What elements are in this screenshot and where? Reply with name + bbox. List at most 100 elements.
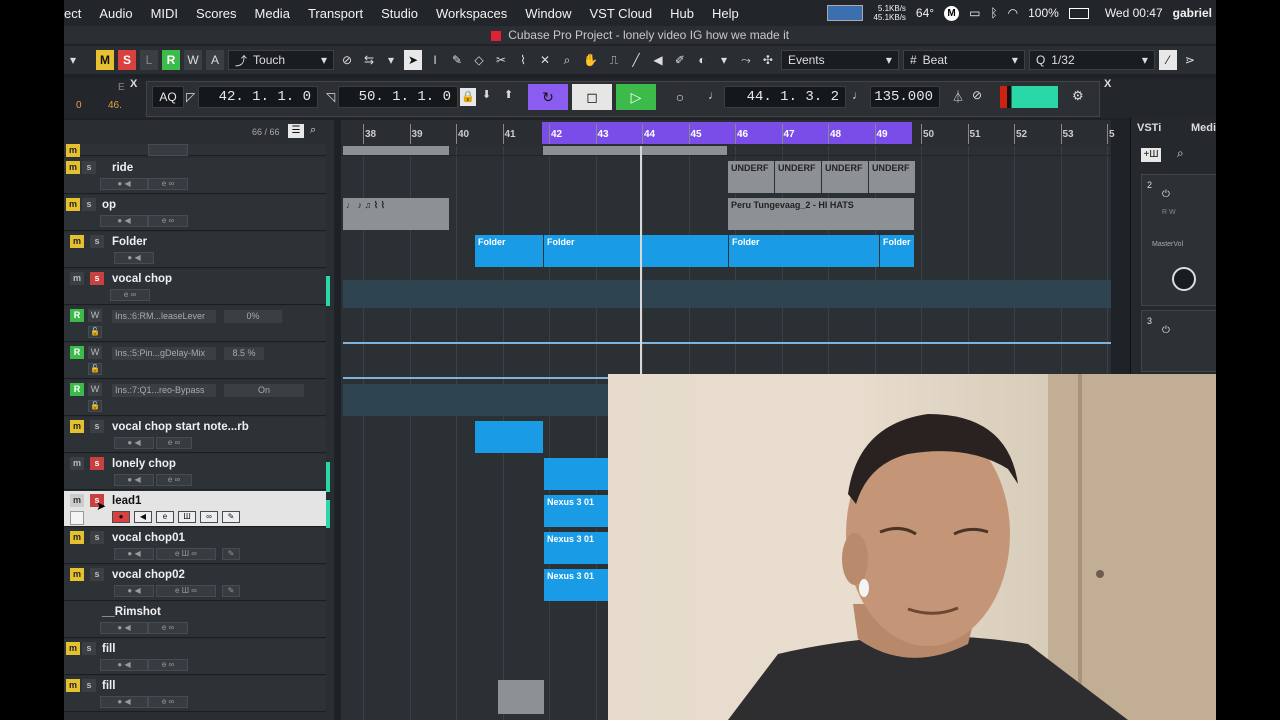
lock-icon[interactable]: 🔓 <box>88 363 102 375</box>
write-button[interactable]: W <box>184 50 202 70</box>
menu-midi[interactable]: MIDI <box>142 6 187 21</box>
vocal-chop-region[interactable] <box>343 280 1111 308</box>
monitor-button[interactable]: ◀ <box>134 511 152 523</box>
chevron-down-icon[interactable]: ▾ <box>382 50 400 70</box>
automation-mode-select[interactable]: ⤴ Touch ▾ <box>228 50 334 70</box>
color-palette-icon[interactable]: ◐ <box>693 50 711 70</box>
play-tool-icon[interactable]: ◀ <box>649 50 667 70</box>
record-enable-button[interactable]: ● ◀ <box>100 215 148 227</box>
track-folder[interactable]: m s Folder ● ◀ <box>64 232 326 268</box>
solo-button[interactable]: s <box>90 568 104 581</box>
metronome-icon[interactable]: ♩ <box>708 88 720 102</box>
menu-window[interactable]: Window <box>516 6 580 21</box>
lock-icon[interactable]: 🔓 <box>88 326 102 338</box>
mute-all-button[interactable]: M <box>96 50 114 70</box>
automation-parameter[interactable]: Ins.:6:RM...leaseLever <box>112 310 216 323</box>
wrench-icon[interactable]: ✎ <box>222 585 240 597</box>
wrench-icon[interactable]: ✎ <box>222 511 240 523</box>
mute-button[interactable]: m <box>70 494 84 507</box>
folder-part-2[interactable]: Folder <box>544 235 728 267</box>
play-button[interactable]: ▷ <box>616 84 656 110</box>
line-tool-icon[interactable]: ╱ <box>627 50 645 70</box>
automation-lane-2[interactable]: R W Ins.:5:Pin...gDelay-Mix 8.5 % 🔓 <box>64 343 326 379</box>
automation-value[interactable]: 8.5 % <box>224 347 264 360</box>
event-vocal-chop-start[interactable] <box>475 421 543 453</box>
punch-out-icon[interactable]: ⬆ <box>504 88 513 101</box>
read-automation-button[interactable]: R <box>70 309 84 322</box>
folder-part-1[interactable]: Folder <box>475 235 543 267</box>
event-op-2[interactable]: Peru Tungevaag_2 - HI HATS <box>728 198 914 230</box>
wrench-icon[interactable]: ✎ <box>222 548 240 560</box>
solo-button[interactable]: s <box>82 642 96 655</box>
position-field[interactable]: 44. 1. 3. 2 <box>724 86 846 108</box>
left-zone-toggle[interactable]: ▾ <box>64 50 82 70</box>
tab-vsti[interactable]: VSTi <box>1137 122 1161 134</box>
write-automation-button[interactable]: W <box>88 309 102 322</box>
instrument-slot-3[interactable]: 3 ⏻ <box>1141 310 1216 372</box>
read-automation-button[interactable]: R <box>70 346 84 359</box>
read-button[interactable]: R <box>162 50 180 70</box>
battery-icon[interactable] <box>1068 7 1089 19</box>
menu-edit[interactable]: ect <box>64 6 90 21</box>
menu-studio[interactable]: Studio <box>372 6 427 21</box>
auto-quantize-button[interactable]: AQ <box>152 86 184 108</box>
edit-button[interactable]: e <box>156 511 174 523</box>
airplay-icon[interactable]: ▭ <box>969 6 980 20</box>
edit-button[interactable]: e ∞ <box>148 696 188 708</box>
event-ride-3[interactable]: UNDERF <box>822 161 868 193</box>
menu-hub[interactable]: Hub <box>661 6 703 21</box>
event-vocal-chop02[interactable]: Nexus 3 01 <box>544 569 614 601</box>
track-name[interactable]: lonely chop <box>112 458 176 470</box>
mute-button[interactable]: m <box>70 531 84 544</box>
track-controls[interactable] <box>148 144 188 156</box>
track-fill-1[interactable]: m s fill ● ◀ e ∞ <box>64 639 326 675</box>
tempo-field[interactable]: 135.000 <box>870 86 940 108</box>
record-enable-button[interactable]: ● ◀ <box>114 548 154 560</box>
quantize-select[interactable]: Q 1/32 ▾ <box>1028 50 1155 70</box>
search-icon[interactable]: ⌕ <box>310 124 316 137</box>
left-locator-field[interactable]: 42. 1. 1. 0 <box>198 86 318 108</box>
solo-button[interactable]: s <box>90 420 104 433</box>
automation-lane-3[interactable]: R W Ins.:7:Q1...reo-Bypass On 🔓 <box>64 380 326 416</box>
automation-value[interactable]: On <box>224 384 304 397</box>
solo-all-button[interactable]: S <box>118 50 136 70</box>
mute-tool-icon[interactable]: ✕ <box>536 50 554 70</box>
record-enable-button[interactable]: ● ◀ <box>100 696 148 708</box>
folder-part-3[interactable]: Folder <box>729 235 879 267</box>
mute-button[interactable]: m <box>66 198 80 211</box>
event-ride-1[interactable]: UNDERF <box>728 161 774 193</box>
bluetooth-icon[interactable]: ᛒ <box>990 6 997 20</box>
automation-lane-1[interactable]: R W Ins.:6:RM...leaseLever 0% 🔓 <box>64 306 326 342</box>
track-vocal-chop-start[interactable]: m s vocal chop start note...rb ● ◀ e ∞ <box>64 417 326 453</box>
track-op[interactable]: m s op ● ◀ e ∞ <box>64 195 326 231</box>
record-enable-button[interactable]: ● ◀ <box>100 178 148 190</box>
solo-button[interactable]: s <box>90 531 104 544</box>
solo-button[interactable]: s <box>90 272 104 285</box>
menu-help[interactable]: Help <box>703 6 748 21</box>
lock-icon[interactable]: 🔓 <box>88 400 102 412</box>
menu-scores[interactable]: Scores <box>187 6 245 21</box>
clock[interactable]: Wed 00:47 <box>1105 6 1163 20</box>
lock-icon[interactable]: 🔒 <box>460 88 476 106</box>
search-icon[interactable]: ⌕ <box>1177 146 1184 161</box>
edit-button[interactable]: e Ш ∞ <box>156 585 216 597</box>
settings-gear-icon[interactable]: ⚙ <box>1072 88 1084 104</box>
automation-button[interactable]: A <box>206 50 224 70</box>
zoom-tool-icon[interactable]: ⌕ <box>558 50 576 70</box>
edit-button[interactable]: e ∞ <box>148 659 188 671</box>
snap-events-select[interactable]: Events ▾ <box>780 50 899 70</box>
track-ride[interactable]: m s ride ● ◀ e ∞ <box>64 158 326 194</box>
edit-button[interactable]: e ∞ <box>148 215 188 227</box>
automation-line-1[interactable] <box>343 342 1111 344</box>
draw-tool-icon[interactable]: ✎ <box>448 50 466 70</box>
record-enable-button[interactable]: ● ◀ <box>100 622 148 634</box>
automation-parameter[interactable]: Ins.:7:Q1...reo-Bypass <box>112 384 216 397</box>
stop-button[interactable]: ◻ <box>572 84 612 110</box>
menu-workspaces[interactable]: Workspaces <box>427 6 516 21</box>
mute-button[interactable]: m <box>66 679 80 692</box>
event-lonely-chop[interactable] <box>544 458 614 490</box>
solo-button[interactable]: s <box>90 235 104 248</box>
punch-in-icon[interactable]: ⬇ <box>482 88 491 101</box>
hand-tool-icon[interactable]: ✋ <box>580 50 601 70</box>
track-vocal-chop02[interactable]: m s vocal chop02 ● ◀ e Ш ∞ ✎ <box>64 565 326 601</box>
